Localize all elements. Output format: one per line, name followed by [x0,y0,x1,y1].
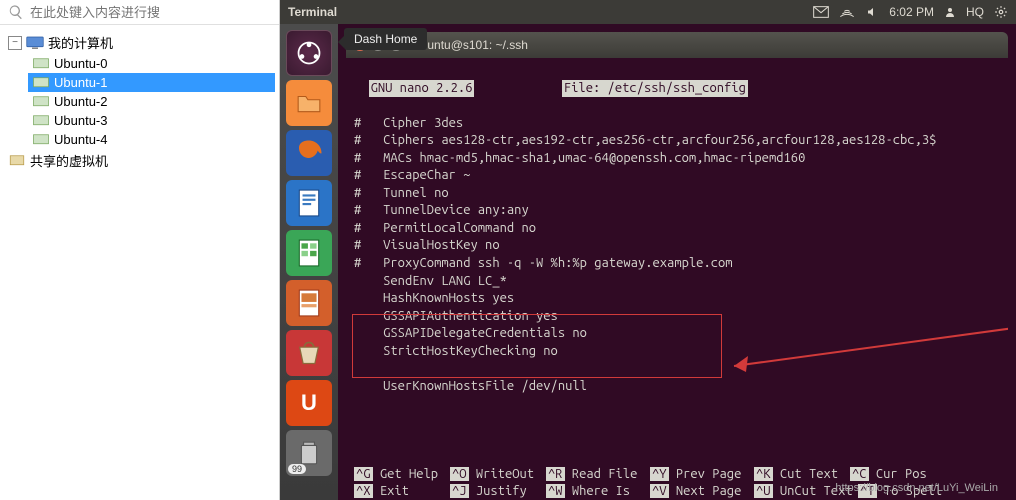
config-line: # ProxyCommand ssh -q -W %h:%p gateway.e… [354,256,733,270]
annotation-arrow-icon [724,318,1008,408]
tree-item-ubuntu-1[interactable]: Ubuntu-1 [28,73,275,92]
config-line: # VisualHostKey no [354,238,500,252]
impress-icon[interactable] [286,280,332,326]
tree-item-label: Ubuntu-4 [54,132,107,147]
tree-item-label: Ubuntu-2 [54,94,107,109]
tree-label: 共享的虚拟机 [30,151,108,170]
system-tray[interactable]: 6:02 PM HQ [813,5,1008,19]
network-icon[interactable] [839,6,855,18]
tree-item-label: Ubuntu-3 [54,113,107,128]
vm-tree: − 我的计算机 Ubuntu-0 Ubuntu-1 Ubuntu-2 Ubunt… [0,25,279,178]
config-line: # MACs hmac-md5,hmac-sha1,umac-64@openss… [354,151,805,165]
user-icon[interactable] [944,6,956,18]
nano-file: File: /etc/ssh/ssh_config [562,80,748,98]
config-line: # Tunnel no [354,186,449,200]
tree-item-ubuntu-0[interactable]: Ubuntu-0 [28,54,275,73]
calc-icon[interactable] [286,230,332,276]
nano-version: GNU nano 2.2.6 [369,80,475,98]
config-line: # TunnelDevice any:any [354,203,529,217]
config-line: # PermitLocalCommand no [354,221,536,235]
unity-launcher: U 99 [280,24,338,500]
dash-home-icon[interactable] [286,30,332,76]
trash-badge: 99 [288,464,306,474]
config-line: # Ciphers aes128-ctr,aes192-ctr,aes256-c… [354,133,936,147]
writer-icon[interactable] [286,180,332,226]
firefox-icon[interactable] [286,130,332,176]
vm-display: Terminal 6:02 PM HQ Dash Home [280,0,1016,500]
config-line: # Cipher 3des [354,116,463,130]
config-line: HashKnownHosts yes [354,291,514,305]
search-icon [8,4,24,20]
files-icon[interactable] [286,80,332,126]
ubuntu-one-icon[interactable]: U [286,380,332,426]
computer-icon [26,36,44,50]
config-line: SendEnv LANG LC_* [354,274,507,288]
software-center-icon[interactable] [286,330,332,376]
ubuntu-topbar: Terminal 6:02 PM HQ [280,0,1016,24]
tree-root-mycomputer[interactable]: − 我的计算机 [4,31,275,54]
config-line: UserKnownHostsFile /dev/null [354,379,587,393]
active-app-title: Terminal [288,5,337,19]
search-input[interactable] [30,5,271,20]
volume-icon[interactable] [865,6,879,18]
user-label[interactable]: HQ [966,5,984,19]
terminal-body[interactable]: GNU nano 2.2.6 File: /etc/ssh/ssh_config… [346,58,1008,500]
tree-label: 我的计算机 [48,33,113,52]
gear-icon[interactable] [994,5,1008,19]
terminal-titlebar[interactable]: ubuntu@s101: ~/.ssh [346,32,1008,58]
tree-item-ubuntu-3[interactable]: Ubuntu-3 [28,111,275,130]
mail-icon[interactable] [813,6,829,18]
vm-icon [32,95,50,109]
terminal-title: ubuntu@s101: ~/.ssh [414,38,528,52]
vm-sidebar: − 我的计算机 Ubuntu-0 Ubuntu-1 Ubuntu-2 Ubunt… [0,0,280,500]
vm-icon [32,57,50,71]
collapse-icon[interactable]: − [8,36,22,50]
vm-icon [32,133,50,147]
tree-item-ubuntu-4[interactable]: Ubuntu-4 [28,130,275,149]
vm-icon [32,114,50,128]
vm-icon [32,76,50,90]
tree-item-label: Ubuntu-0 [54,56,107,71]
watermark: https://blog.csdn.net/LuYi_WeiLin [835,482,998,494]
tree-item-label: Ubuntu-1 [54,75,107,90]
clock[interactable]: 6:02 PM [889,5,934,19]
config-line: # EscapeChar ~ [354,168,470,182]
trash-icon[interactable]: 99 [286,430,332,476]
search-bar[interactable] [0,0,279,25]
dash-tooltip: Dash Home [344,28,427,50]
terminal-window: ubuntu@s101: ~/.ssh GNU nano 2.2.6 File:… [338,24,1016,500]
tree-root-shared[interactable]: 共享的虚拟机 [4,149,275,172]
shared-icon [8,154,26,168]
annotation-box [352,314,722,378]
tree-item-ubuntu-2[interactable]: Ubuntu-2 [28,92,275,111]
